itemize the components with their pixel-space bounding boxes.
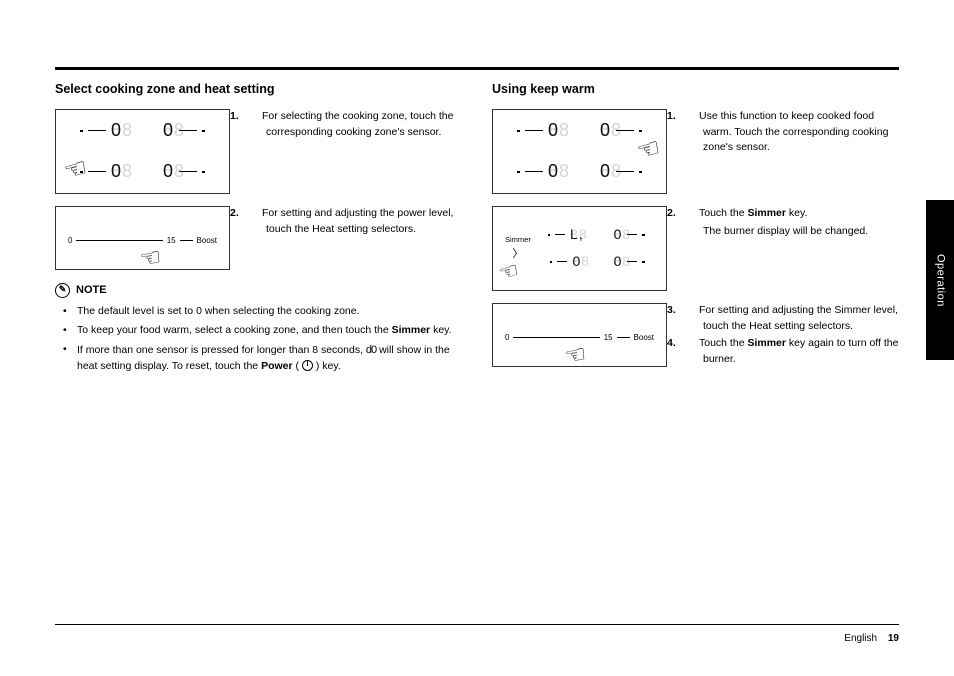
slider-min: 0 <box>68 235 72 247</box>
step-number: 4. <box>685 336 699 352</box>
slider-boost: Boost <box>197 235 217 247</box>
note-header: ✎ NOTE <box>55 282 462 299</box>
step-body: For setting and adjusting the Simmer lev… <box>699 304 898 332</box>
step-body: For selecting the cooking zone, touch th… <box>262 110 453 138</box>
left-column: Select cooking zone and heat setting 0 0… <box>55 50 462 382</box>
zone-cell: 0 <box>74 117 129 144</box>
step-body: Use this function to keep cooked food wa… <box>699 110 888 154</box>
top-rule <box>55 67 899 70</box>
page-footer: English 19 <box>55 624 899 646</box>
step-text: 3.For setting and adjusting the Simmer l… <box>685 303 899 370</box>
page-number: 19 <box>888 633 899 644</box>
heat-slider-diagram: 0 15 Boost ☜ <box>55 206 230 270</box>
zone-cell: 0 <box>541 251 591 272</box>
simmer-label: Simmer <box>505 234 531 245</box>
right-step-1: 0 0 0 0 ☜ 1.Use this function to keep co… <box>492 109 899 194</box>
step-number: 2. <box>685 206 699 222</box>
step-number: 3. <box>685 303 699 319</box>
step-number: 1. <box>685 109 699 125</box>
slider-max: 15 <box>604 332 613 344</box>
step-text: 1.Use this function to keep cooked food … <box>685 109 899 194</box>
slider-boost: Boost <box>634 332 654 344</box>
left-step-2: 0 15 Boost ☜ 2.For setting and adjusting… <box>55 206 462 270</box>
section-tab: Operation <box>926 200 954 360</box>
slider-max: 15 <box>167 235 176 247</box>
note-icon: ✎ <box>55 283 70 298</box>
left-heading: Select cooking zone and heat setting <box>55 80 462 99</box>
left-step-1: 0 0 0 0 ☜ 1.For selecting the cooking zo… <box>55 109 462 194</box>
step-body: For setting and adjusting the power leve… <box>262 207 453 235</box>
zone-cell: 0 <box>157 117 212 144</box>
power-icon <box>302 360 313 371</box>
simmer-diagram: Simmer 〉 L, 0 0 0 ☜ <box>492 206 667 291</box>
right-step-3-4: 0 15 Boost ☜ 3.For setting and adjusting… <box>492 303 899 370</box>
heat-slider-diagram-r: 0 15 Boost ☜ <box>492 303 667 367</box>
touch-hand-icon: ☜ <box>137 239 164 278</box>
step-body: The burner display will be changed. <box>703 225 868 237</box>
touch-hand-icon: ☜ <box>562 336 589 375</box>
slider-min: 0 <box>505 332 509 344</box>
step-number: 1. <box>248 109 262 125</box>
footer-language: English <box>844 633 877 644</box>
zone-cell: 0 <box>157 158 212 185</box>
zone-select-diagram-r: 0 0 0 0 ☜ <box>492 109 667 194</box>
step-text: 2.For setting and adjusting the power le… <box>248 206 462 270</box>
right-heading: Using keep warm <box>492 80 899 99</box>
zone-cell: L, <box>541 224 591 245</box>
zone-select-diagram: 0 0 0 0 ☜ <box>55 109 230 194</box>
zone-cell: 0 <box>604 251 654 272</box>
right-column: Using keep warm 0 0 0 0 ☜ 1.Use this fun… <box>492 50 899 382</box>
notes-list: The default level is set to 0 when selec… <box>55 304 462 374</box>
note-label: NOTE <box>76 282 107 299</box>
page-content: Select cooking zone and heat setting 0 0… <box>0 0 954 412</box>
step-number: 2. <box>248 206 262 222</box>
zone-cell: 0 <box>604 224 654 245</box>
note-item: The default level is set to 0 when selec… <box>77 304 462 320</box>
zone-cell: 0 <box>511 117 566 144</box>
step-text: 1.For selecting the cooking zone, touch … <box>248 109 462 194</box>
zone-cell: 0 <box>511 158 566 185</box>
d0-icon: d0 <box>366 342 376 359</box>
right-step-2: Simmer 〉 L, 0 0 0 ☜ 2.Touch the Simmer k… <box>492 206 899 291</box>
note-item: If more than one sensor is pressed for l… <box>77 342 462 375</box>
note-item: To keep your food warm, select a cooking… <box>77 323 462 339</box>
step-text: 2.Touch the Simmer key. The burner displ… <box>685 206 899 291</box>
